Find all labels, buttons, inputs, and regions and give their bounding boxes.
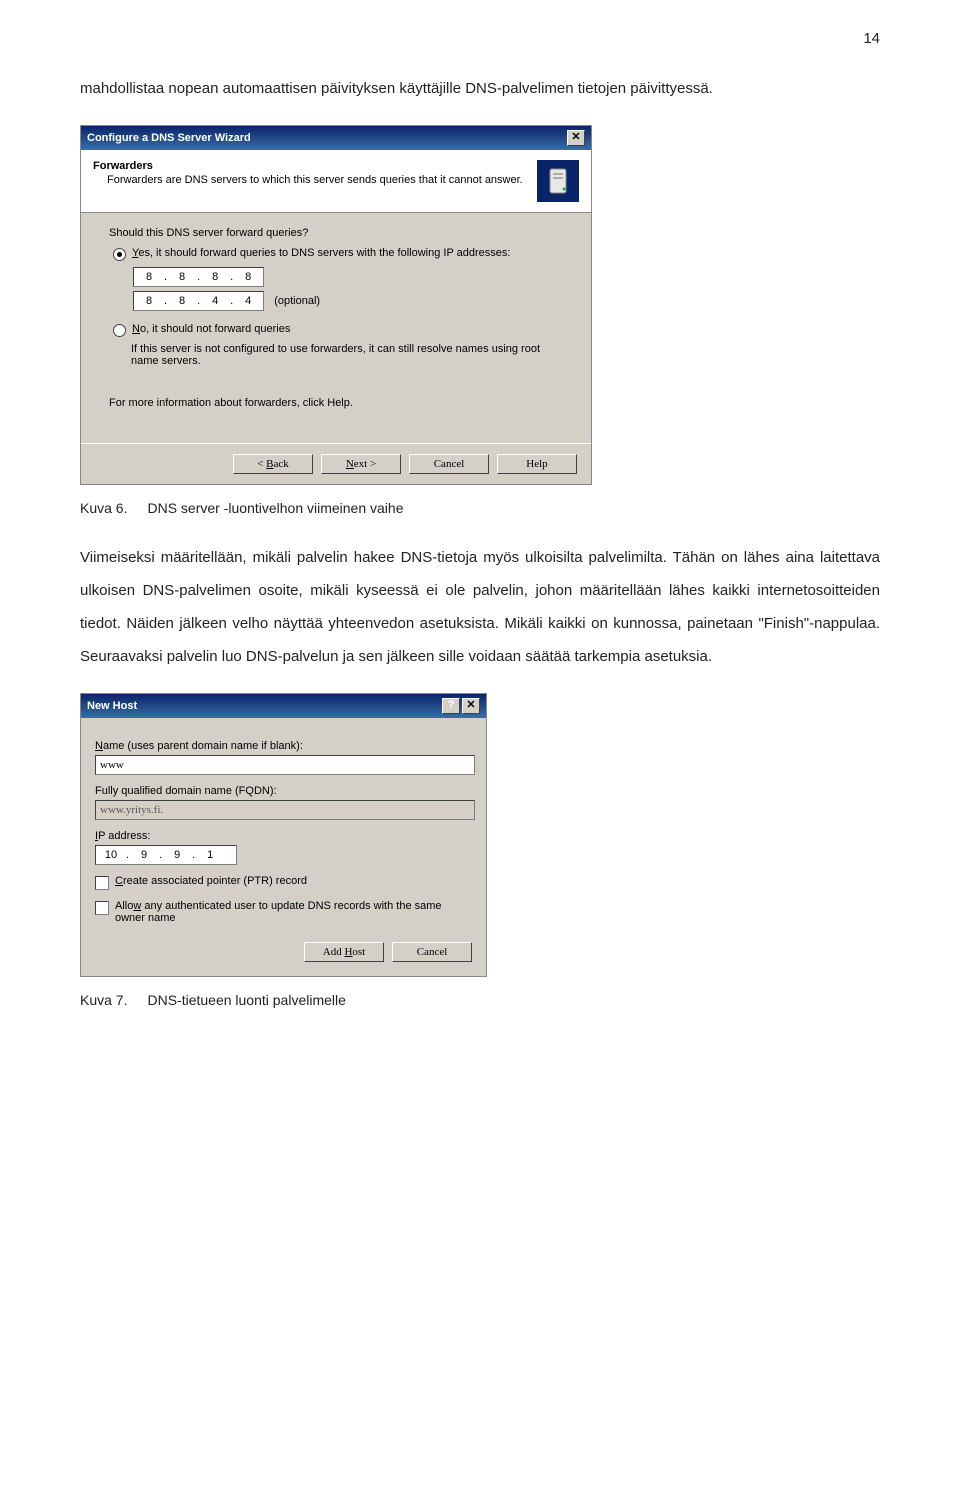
close-icon[interactable]: ✕ <box>567 130 585 146</box>
dns-wizard-dialog: Configure a DNS Server Wizard ✕ Forwarde… <box>80 125 592 485</box>
page-number: 14 <box>80 30 880 47</box>
radio-icon <box>113 324 126 337</box>
header-title: Forwarders <box>93 160 527 172</box>
ip-address-2[interactable]: 8. 8. 4. 4 (optional) <box>133 291 563 311</box>
cancel-button[interactable]: Cancel <box>409 454 489 474</box>
allow-update-checkbox[interactable]: Allow any authenticated user to update D… <box>95 900 472 924</box>
back-button[interactable]: < Back <box>233 454 313 474</box>
radio-no[interactable]: No, it should not forward queries <box>113 323 563 337</box>
dialog-footer: < Back Next > Cancel Help <box>81 443 591 484</box>
help-info: For more information about forwarders, c… <box>109 397 563 409</box>
ip-label: IP address: <box>95 830 472 842</box>
close-icon[interactable]: ✕ <box>462 698 480 714</box>
ptr-checkbox[interactable]: Create associated pointer (PTR) record <box>95 875 472 890</box>
help-button[interactable]: Help <box>497 454 577 474</box>
figure-6-caption: Kuva 6.DNS server -luontivelhon viimeine… <box>80 500 880 516</box>
forward-question: Should this DNS server forward queries? <box>109 227 563 239</box>
cancel-button[interactable]: Cancel <box>392 942 472 962</box>
ip-address-input[interactable]: 10. 9. 9. 1 <box>95 845 237 865</box>
intro-paragraph: mahdollistaa nopean automaattisen päivit… <box>80 72 880 105</box>
checkbox-icon <box>95 876 109 890</box>
add-host-button[interactable]: Add Host <box>304 942 384 962</box>
radio-yes[interactable]: Yes, it should forward queries to DNS se… <box>113 247 563 261</box>
context-help-icon[interactable]: ? <box>442 698 460 714</box>
fqdn-field: www.yritys.fi. <box>95 800 475 820</box>
dialog-titlebar: Configure a DNS Server Wizard ✕ <box>81 126 591 150</box>
ip-address-1[interactable]: 8. 8. 8. 8 <box>133 267 563 287</box>
dialog-footer: Add Host Cancel <box>81 938 486 976</box>
main-paragraph: Viimeiseksi määritellään, mikäli palveli… <box>80 541 880 673</box>
checkbox-icon <box>95 901 109 915</box>
next-button[interactable]: Next > <box>321 454 401 474</box>
new-host-dialog: New Host ? ✕ Name (uses parent domain na… <box>80 693 487 977</box>
dialog-title-text: New Host <box>87 700 137 712</box>
dialog-titlebar: New Host ? ✕ <box>81 694 486 718</box>
host-name-input[interactable]: www <box>95 755 475 775</box>
server-icon <box>537 160 579 202</box>
radio-icon <box>113 248 126 261</box>
dialog-title-text: Configure a DNS Server Wizard <box>87 132 251 144</box>
name-label: Name (uses parent domain name if blank): <box>95 740 472 752</box>
fqdn-label: Fully qualified domain name (FQDN): <box>95 785 472 797</box>
figure-7-caption: Kuva 7.DNS-tietueen luonti palvelimelle <box>80 992 880 1008</box>
header-description: Forwarders are DNS servers to which this… <box>107 174 527 186</box>
optional-label: (optional) <box>274 295 320 307</box>
forwarder-note: If this server is not configured to use … <box>131 343 563 367</box>
dialog-header: Forwarders Forwarders are DNS servers to… <box>81 150 591 213</box>
